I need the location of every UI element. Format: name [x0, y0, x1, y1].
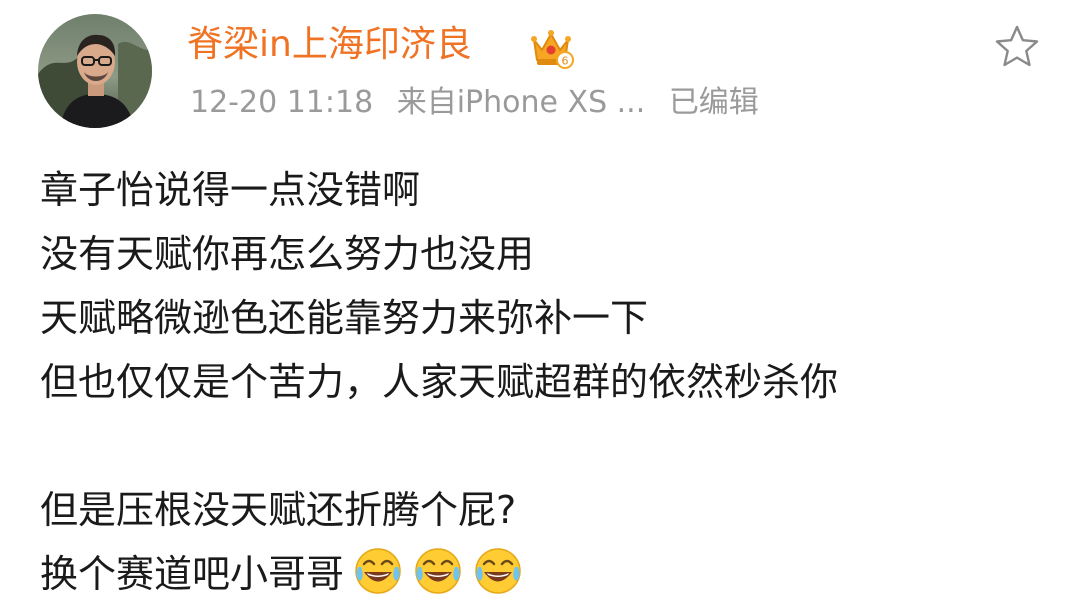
laugh-cry-emoji: [415, 548, 461, 594]
crown-member-icon[interactable]: 6: [528, 26, 574, 70]
badge-level: 6: [562, 55, 569, 68]
laugh-cry-emoji: [355, 548, 401, 594]
post-text-line: 章子怡说得一点没错啊: [40, 168, 421, 212]
post-text-line-with-emoji: 换个赛道吧小哥哥: [40, 542, 1060, 606]
author-name[interactable]: 脊梁in上海印济良: [187, 20, 472, 70]
post-text-line: 天赋略微逊色还能靠努力来弥补一下: [40, 296, 649, 340]
post-timestamp: 12-20 11:18: [190, 85, 374, 120]
post-text: 换个赛道吧小哥哥: [40, 552, 345, 596]
post-content: 章子怡说得一点没错啊 没有天赋你再怎么努力也没用 天赋略微逊色还能靠努力来弥补一…: [40, 158, 1060, 606]
weibo-post: 脊梁in上海印济良 6 12-20 11:18 来自iPhone XS ... …: [0, 0, 1080, 596]
laugh-cry-emoji: [475, 548, 521, 594]
edited-label[interactable]: 已编辑: [669, 85, 759, 120]
post-text-line: 但也仅仅是个苦力，人家天赋超群的依然秒杀你: [40, 360, 839, 404]
avatar[interactable]: [38, 14, 152, 128]
post-source: 来自iPhone XS ...: [396, 85, 646, 120]
star-outline-icon[interactable]: [992, 22, 1042, 72]
post-meta: 12-20 11:18 来自iPhone XS ... 已编辑: [190, 82, 759, 124]
post-text-line: 但是压根没天赋还折腾个屁?: [40, 488, 517, 532]
avatar-image: [38, 14, 152, 128]
post-text-line: 没有天赋你再怎么努力也没用: [40, 232, 535, 276]
